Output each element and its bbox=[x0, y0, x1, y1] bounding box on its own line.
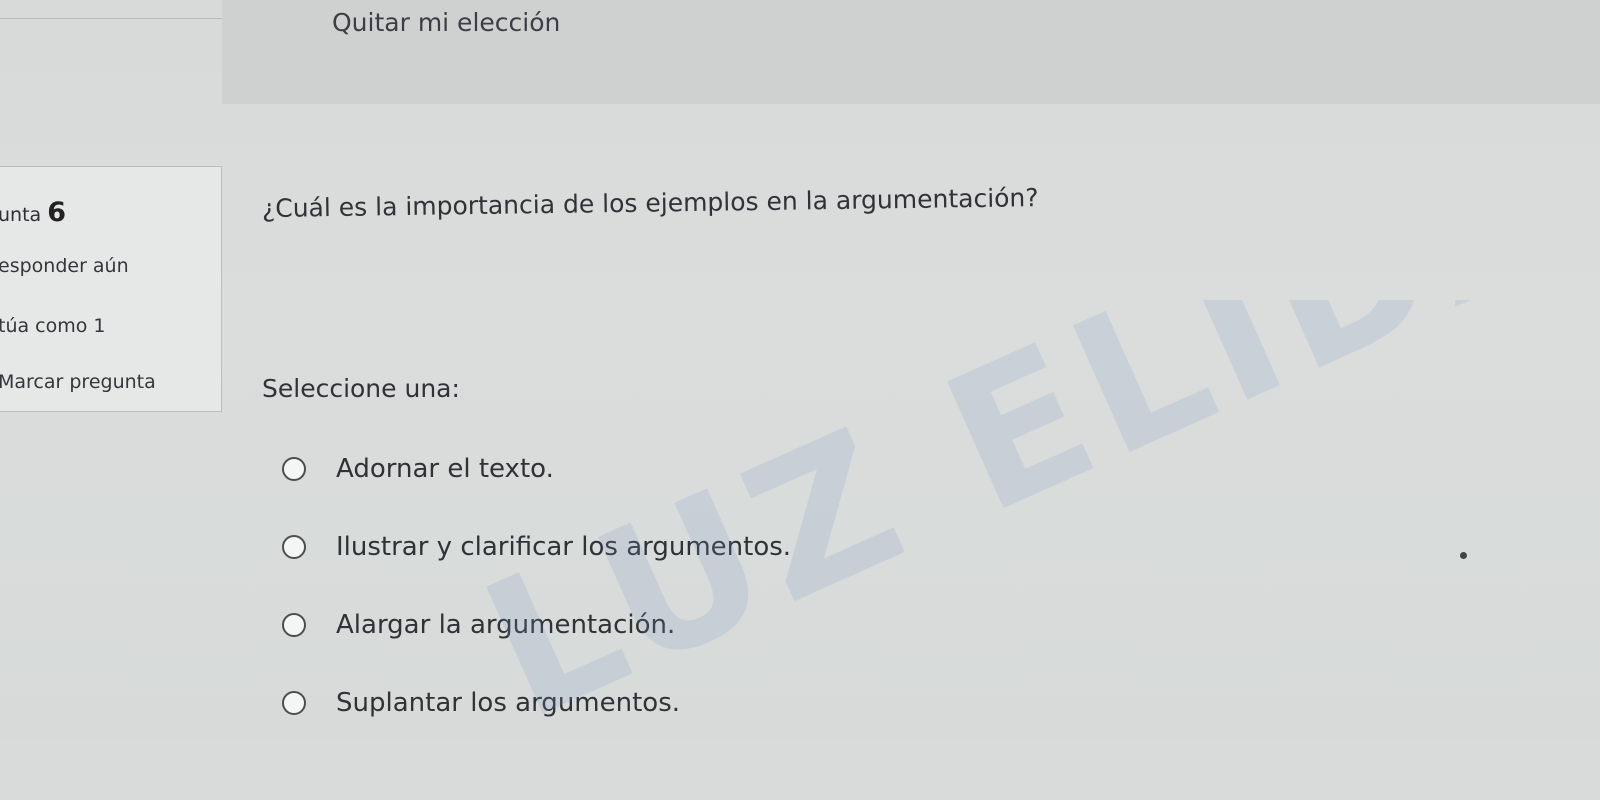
answer-option-a[interactable]: Adornar el texto. bbox=[282, 430, 982, 508]
question-number-value: 6 bbox=[47, 197, 67, 228]
bottom-band bbox=[0, 738, 1600, 800]
answer-option-label: Alargar la argumentación. bbox=[336, 610, 676, 640]
quiz-page: Quitar mi elección unta 6 esponder aún t… bbox=[0, 0, 1600, 800]
stray-dot bbox=[1460, 552, 1467, 559]
question-state: esponder aún bbox=[0, 255, 129, 277]
radio-button[interactable] bbox=[282, 457, 306, 481]
answer-option-label: Ilustrar y clarificar los argumentos. bbox=[336, 532, 792, 562]
divider bbox=[0, 18, 222, 19]
answer-prompt: Seleccione una: bbox=[262, 374, 460, 403]
answer-option-b[interactable]: Ilustrar y clarificar los argumentos. bbox=[282, 508, 982, 586]
question-grade: túa como 1 bbox=[0, 315, 106, 337]
clear-choice-link[interactable]: Quitar mi elección bbox=[332, 8, 560, 37]
question-text: ¿Cuál es la importancia de los ejemplos … bbox=[261, 183, 1039, 223]
answer-options: Adornar el texto. Ilustrar y clarificar … bbox=[282, 430, 982, 742]
flag-question-link[interactable]: Marcar pregunta bbox=[0, 371, 156, 393]
radio-button[interactable] bbox=[282, 691, 306, 715]
radio-button[interactable] bbox=[282, 535, 306, 559]
answer-option-c[interactable]: Alargar la argumentación. bbox=[282, 586, 982, 664]
question-info-panel: unta 6 esponder aún túa como 1 Marcar pr… bbox=[0, 166, 222, 412]
answer-option-d[interactable]: Suplantar los argumentos. bbox=[282, 664, 982, 742]
question-number: unta 6 bbox=[0, 197, 66, 228]
question-number-label: unta bbox=[0, 204, 42, 226]
answer-option-label: Suplantar los argumentos. bbox=[336, 688, 681, 718]
radio-button[interactable] bbox=[282, 613, 306, 637]
answer-option-label: Adornar el texto. bbox=[336, 454, 554, 484]
